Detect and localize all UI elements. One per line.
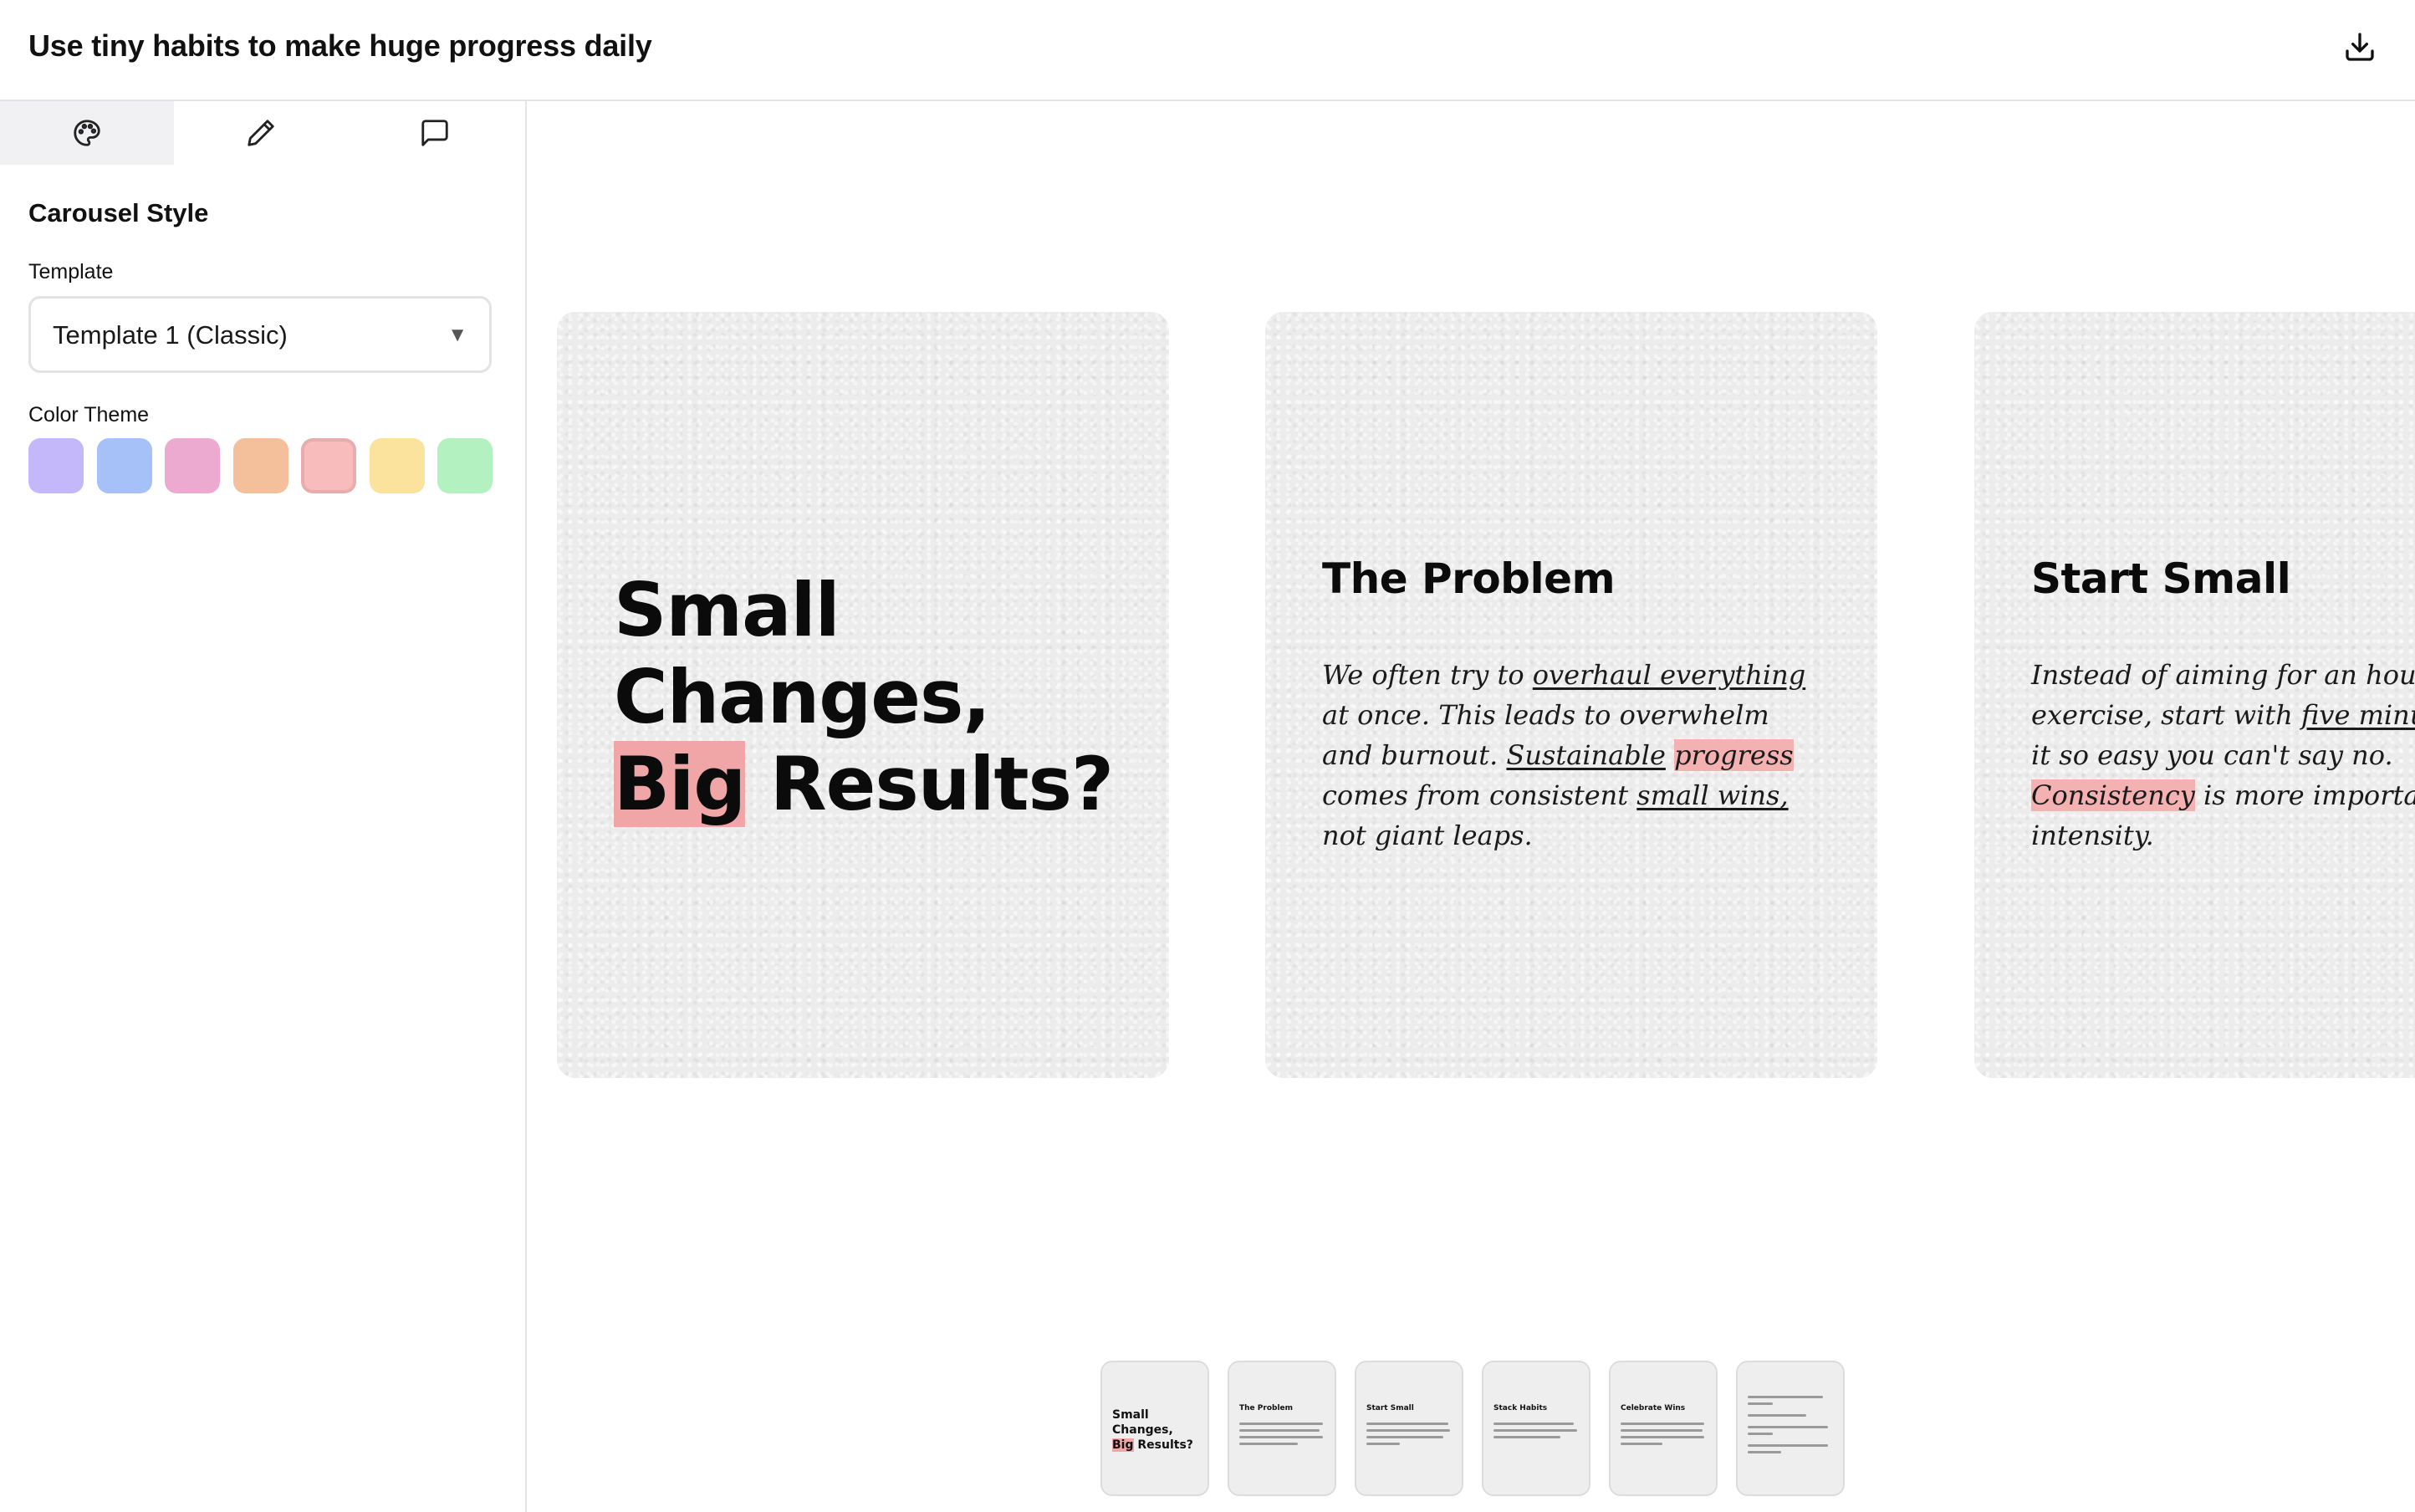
thumbnail-text-line bbox=[1366, 1429, 1450, 1432]
thumbnail-heading: Stack Habits bbox=[1493, 1404, 1548, 1412]
thumbnail-text-line bbox=[1748, 1444, 1828, 1447]
app: Use tiny habits to make huge progress da… bbox=[0, 0, 2415, 1512]
body-text: is more importan bbox=[2194, 779, 2415, 811]
message-square-icon bbox=[421, 120, 448, 146]
thumbnail-text-line bbox=[1621, 1429, 1703, 1432]
cover-line: Small bbox=[614, 567, 840, 653]
sidebar: Carousel Style Template Template 1 (Clas… bbox=[0, 101, 527, 1512]
thumbnail-text-line bbox=[1239, 1443, 1298, 1445]
underlined-text: small wins, bbox=[1636, 779, 1789, 811]
body-line: exercise, start with five minut bbox=[2031, 695, 2415, 735]
template-select-value: Template 1 (Classic) bbox=[53, 320, 288, 350]
body-text: comes from consistent bbox=[1322, 779, 1637, 811]
slide-heading: Start Small bbox=[2031, 554, 2291, 603]
body-text bbox=[1666, 739, 1674, 771]
slide-card[interactable]: Small Changes, Big Results? bbox=[557, 312, 1169, 1078]
thumbnail-text-line bbox=[1366, 1423, 1448, 1425]
thumbnail-text: Results? bbox=[1133, 1438, 1193, 1452]
tab-comments[interactable] bbox=[348, 101, 522, 165]
thumbnail-line: Changes, bbox=[1112, 1423, 1173, 1437]
slide-body: We often try to overhaul everything at o… bbox=[1322, 655, 1824, 856]
thumbnail-text-line bbox=[1621, 1423, 1704, 1425]
highlighted-text: progress bbox=[1674, 739, 1794, 771]
page-title: Use tiny habits to make huge progress da… bbox=[28, 28, 652, 63]
body-line: Instead of aiming for an hou bbox=[2031, 659, 2415, 691]
thumbnail-line: Big Results? bbox=[1112, 1438, 1204, 1453]
slide-cover-title: Small Changes, Big Results? bbox=[614, 567, 1149, 828]
sidebar-tabs bbox=[0, 101, 525, 165]
tab-edit[interactable] bbox=[174, 101, 348, 165]
thumbnail-text-line bbox=[1239, 1429, 1320, 1432]
color-swatch-blue[interactable] bbox=[97, 438, 152, 493]
underlined-text: Sustainable bbox=[1506, 739, 1666, 771]
color-swatch-green[interactable] bbox=[437, 438, 493, 493]
slide-thumbnail[interactable]: Stack Habits bbox=[1482, 1361, 1590, 1496]
slide-thumbnail[interactable]: The Problem bbox=[1228, 1361, 1336, 1496]
download-icon bbox=[2346, 33, 2374, 61]
slide-heading: The Problem bbox=[1322, 554, 1616, 603]
slide-thumbnail[interactable] bbox=[1736, 1361, 1845, 1496]
tab-style[interactable] bbox=[0, 101, 174, 165]
body-text: exercise, start with bbox=[2031, 699, 2302, 731]
download-button[interactable] bbox=[2343, 30, 2377, 64]
underlined-text: overhaul everything bbox=[1532, 659, 1806, 691]
slide-card[interactable]: Start Small Instead of aiming for an hou… bbox=[1974, 312, 2415, 1078]
cover-line: Big Results? bbox=[614, 741, 1149, 828]
thumbnail-text-line bbox=[1366, 1436, 1443, 1438]
template-label: Template bbox=[28, 260, 114, 284]
color-swatch-pink[interactable] bbox=[165, 438, 220, 493]
underlined-text: five minut bbox=[2301, 699, 2415, 731]
thumbnail-text-line bbox=[1493, 1429, 1577, 1432]
cover-text: Results? bbox=[745, 741, 1114, 827]
slide-body: Instead of aiming for an hou exercise, s… bbox=[2031, 655, 2415, 856]
thumbnail-text-line bbox=[1748, 1402, 1773, 1405]
color-swatch-orange[interactable] bbox=[233, 438, 288, 493]
body-line: Consistency is more importan bbox=[2031, 775, 2415, 815]
pencil-icon bbox=[248, 120, 274, 146]
thumbnail-title: Small Changes, Big Results? bbox=[1112, 1407, 1204, 1453]
slide-thumbnail[interactable]: Celebrate Wins bbox=[1609, 1361, 1718, 1496]
thumbnail-heading: Start Small bbox=[1366, 1404, 1414, 1412]
thumbnail-heading: Celebrate Wins bbox=[1621, 1404, 1686, 1412]
body-line: intensity. bbox=[2031, 820, 2154, 851]
thumbnail-text-line bbox=[1748, 1396, 1823, 1398]
thumbnail-text-line bbox=[1239, 1436, 1323, 1438]
highlighted-text: Consistency bbox=[2031, 779, 2195, 811]
highlighted-word: Big bbox=[614, 741, 746, 827]
thumbnail-text-line bbox=[1621, 1436, 1704, 1438]
body-text: We often try to bbox=[1322, 659, 1533, 691]
body-text: not giant leaps. bbox=[1322, 820, 1533, 851]
color-theme-label: Color Theme bbox=[28, 403, 150, 427]
thumbnail-text-line bbox=[1748, 1433, 1773, 1435]
highlighted-word: Big bbox=[1112, 1438, 1134, 1452]
carousel-preview: Small Changes, Big Results? The Problem … bbox=[528, 101, 2415, 1512]
section-title: Carousel Style bbox=[28, 198, 209, 227]
thumbnail-text-line bbox=[1366, 1443, 1400, 1445]
palette-icon bbox=[74, 120, 100, 146]
thumbnail-line: Small bbox=[1112, 1408, 1149, 1422]
slide-thumbnail[interactable]: Small Changes, Big Results? bbox=[1100, 1361, 1209, 1496]
thumbnail-text-line bbox=[1621, 1443, 1662, 1445]
slide-thumbnail[interactable]: Start Small bbox=[1355, 1361, 1463, 1496]
color-swatch-yellow[interactable] bbox=[370, 438, 425, 493]
thumbnail-heading: The Problem bbox=[1239, 1404, 1294, 1412]
cover-line: Changes, bbox=[614, 654, 991, 740]
color-swatch-red[interactable] bbox=[301, 438, 356, 493]
thumbnail-text-line bbox=[1748, 1426, 1828, 1428]
chevron-down-icon: ▼ bbox=[447, 324, 467, 346]
thumbnail-text-line bbox=[1748, 1451, 1781, 1453]
thumbnail-text-line bbox=[1493, 1423, 1574, 1425]
template-select[interactable]: Template 1 (Classic) ▼ bbox=[28, 296, 492, 373]
top-bar: Use tiny habits to make huge progress da… bbox=[0, 0, 2415, 101]
thumbnail-text-line bbox=[1748, 1414, 1806, 1417]
thumbnail-text-line bbox=[1239, 1423, 1323, 1425]
thumbnail-text-line bbox=[1493, 1436, 1560, 1438]
body-line: it so easy you can't say no. bbox=[2031, 739, 2393, 771]
color-swatch-purple[interactable] bbox=[28, 438, 84, 493]
slide-card[interactable]: The Problem We often try to overhaul eve… bbox=[1265, 312, 1877, 1078]
